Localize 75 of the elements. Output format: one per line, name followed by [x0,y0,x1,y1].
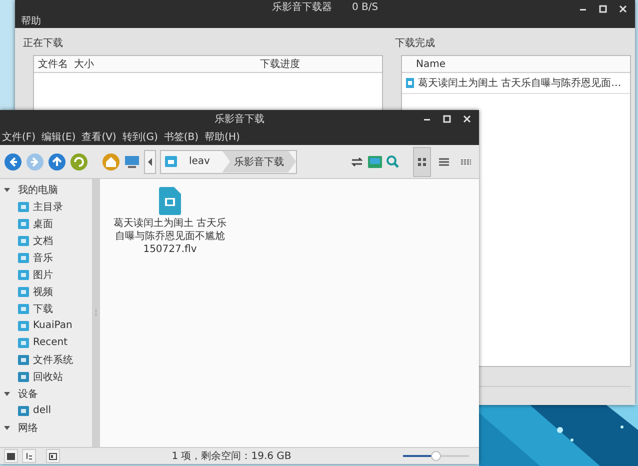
drive-icon [18,354,29,364]
tree-icon [25,452,33,460]
search-icon[interactable] [386,155,399,168]
video-file-icon[interactable] [159,187,181,215]
window-title: 乐影音下载器 [272,0,332,14]
sidebar-section[interactable]: 我的电脑 [18,182,58,196]
places-toggle-button[interactable] [4,449,18,463]
path-segment[interactable]: 乐影音下载 [222,150,296,172]
status-text: 1 项，剩余空间：19.6 GB [170,450,292,463]
sidebar-item[interactable]: 图片 [33,268,53,282]
column-header[interactable]: 文件名 [38,57,68,71]
file-name[interactable]: 葛天读闰土为闺土 古天乐自曝与陈乔恩见面… [418,76,622,90]
icons-view-button[interactable] [413,146,431,176]
sidebar-section[interactable]: 网络 [18,420,38,434]
sidebar-item[interactable]: 视频 [33,284,53,298]
file-name[interactable]: 葛天读闰土为闺土 古天乐 自曝与陈乔恩见面不尴尬 150727.flv [113,217,227,256]
folder-icon [7,452,15,460]
trash-icon [18,372,29,382]
path-toggle-button[interactable] [144,150,156,174]
panel-toggle-button[interactable] [46,449,60,463]
menu-item[interactable]: 帮助 [21,14,41,28]
window-title: 乐影音下载 [214,112,264,126]
folder-icon [18,338,29,348]
folder-icon [18,202,29,212]
sidebar-section[interactable]: 设备 [18,386,38,400]
expander-icon[interactable] [4,186,10,192]
back-button[interactable] [4,152,22,170]
close-icon[interactable] [619,5,627,13]
section-label: 下载完成 [395,36,436,50]
section-label: 正在下载 [23,36,64,50]
sidebar-item[interactable]: Recent [33,337,68,348]
folder-icon [18,304,29,314]
zoom-slider[interactable] [403,451,469,461]
column-header[interactable]: Name [416,58,446,70]
tree-toggle-button[interactable] [22,449,36,463]
menu-item[interactable]: 查看(V) [82,130,116,144]
menu-item[interactable]: 转到(G) [122,130,158,144]
drive-icon [18,406,29,416]
speed-label: 0 B/S [352,2,378,12]
sidebar-item[interactable]: 文件系统 [33,352,73,366]
folder-icon [18,252,29,262]
sidebar-item[interactable]: 桌面 [33,216,53,230]
folder-icon [18,270,29,280]
sidebar-item[interactable]: 下载 [33,302,53,316]
sidebar-item[interactable]: 文档 [33,234,53,248]
sidebar-item[interactable]: 主目录 [33,200,63,214]
folder-icon [18,320,29,330]
menu-item[interactable]: 帮助(H) [204,130,240,144]
up-button[interactable] [48,152,66,170]
reload-button[interactable] [70,152,88,170]
folder-icon [18,286,29,296]
computer-button[interactable] [124,154,140,168]
sidebar-item[interactable]: KuaiPan [33,320,72,331]
sidebar-item[interactable]: dell [33,405,52,416]
path-segment[interactable]: leav [177,150,222,172]
maximize-icon[interactable] [443,115,451,123]
menu-item[interactable]: 编辑(E) [42,130,76,144]
file-icon [406,78,414,88]
swap-icon[interactable] [350,156,364,168]
maximize-icon[interactable] [599,5,607,13]
list-icon [438,156,450,168]
close-icon[interactable] [463,115,471,123]
column-header[interactable]: 大小 [74,57,94,71]
sidebar-item[interactable]: 回收站 [33,370,63,384]
expander-icon[interactable] [4,390,10,396]
grid-icon [416,156,428,168]
home-folder-icon [165,156,177,167]
sidebar-item[interactable]: 音乐 [33,250,53,264]
column-header[interactable]: 下载进度 [260,57,300,71]
folder-icon [18,218,29,228]
folder-icon [18,236,29,246]
panel-icon [49,452,57,460]
expander-icon[interactable] [4,424,10,430]
menu-item[interactable]: 文件(F) [2,130,36,144]
menu-item[interactable]: 书签(B) [164,130,199,144]
